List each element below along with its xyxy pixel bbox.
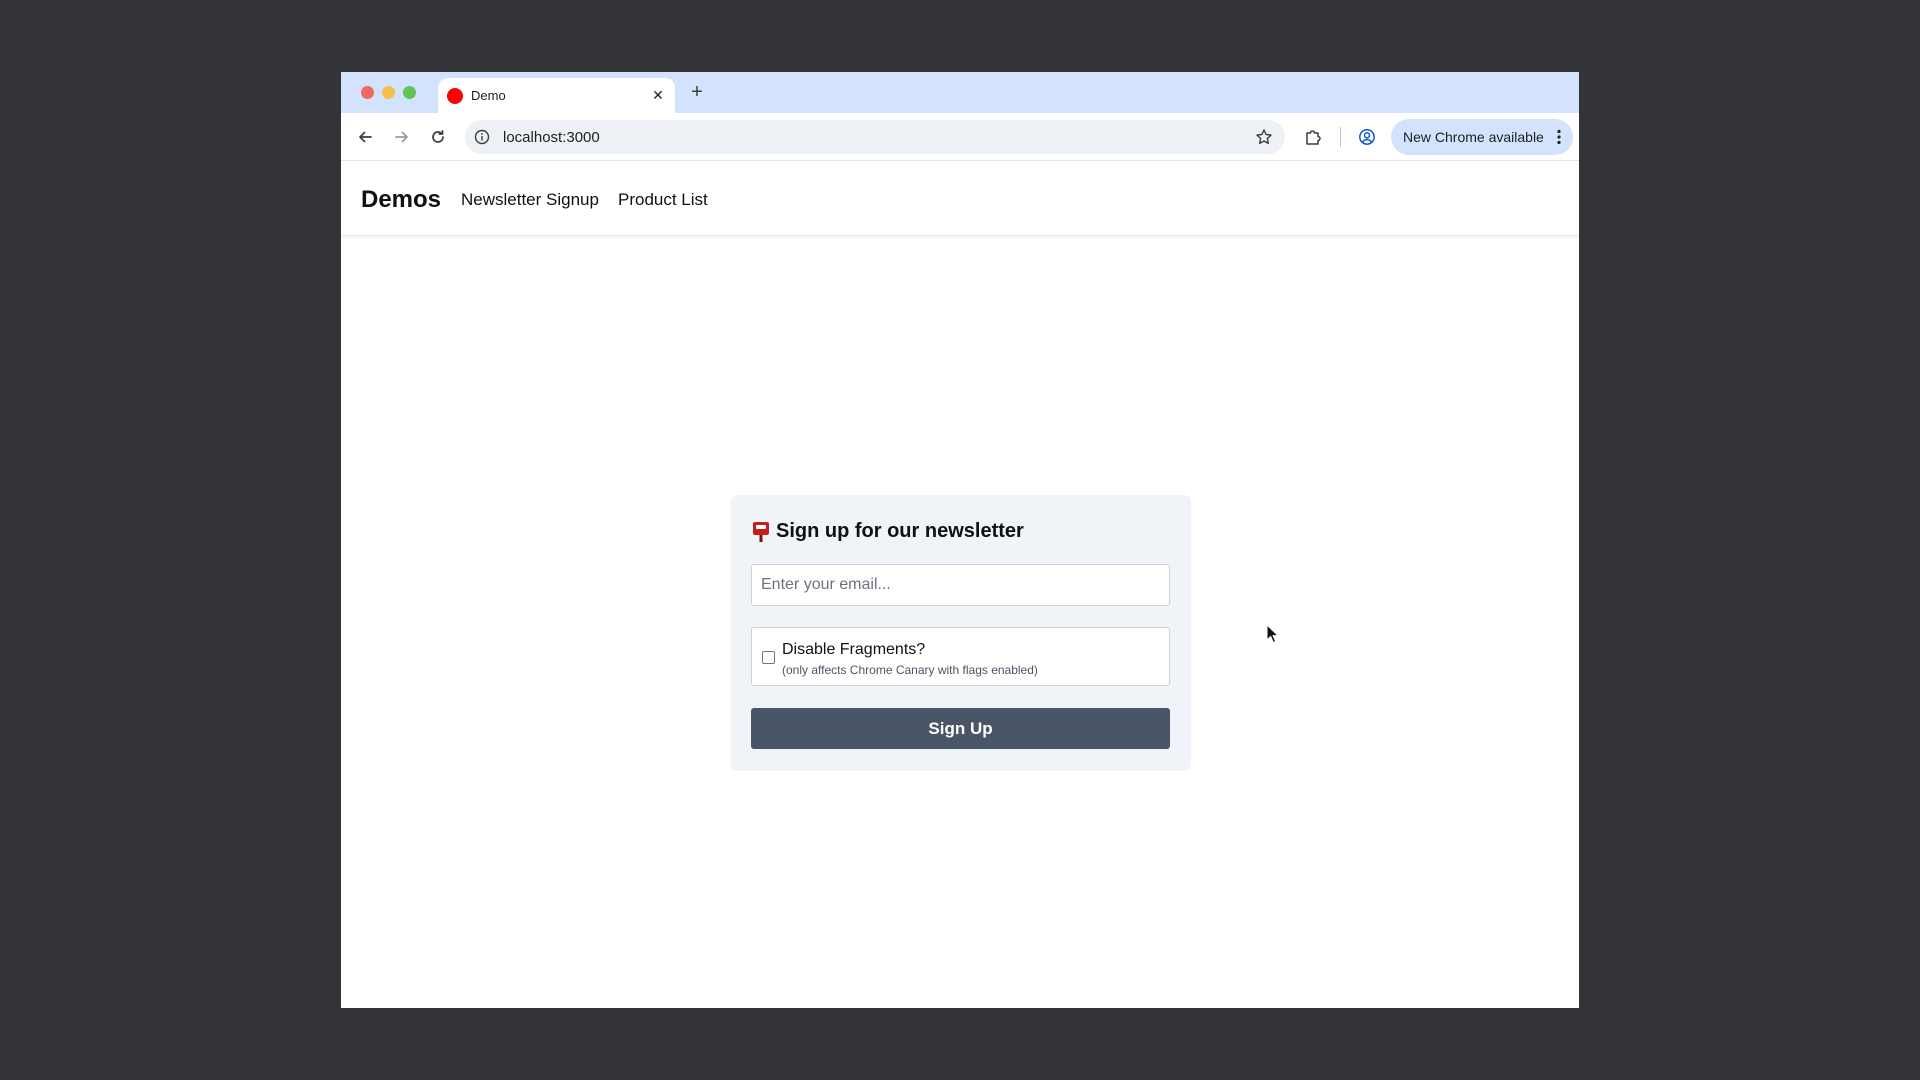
tab-title: Demo — [471, 88, 506, 103]
tab-close-icon[interactable]: ✕ — [648, 85, 668, 105]
extensions-icon — [1306, 130, 1321, 145]
tab-demo[interactable]: Demo ✕ — [438, 78, 675, 113]
profile-icon — [1359, 129, 1375, 145]
site-navbar: Demos Newsletter Signup Product List — [341, 162, 1579, 236]
window-zoom-button[interactable] — [403, 86, 416, 99]
email-input[interactable] — [751, 564, 1170, 606]
reload-button[interactable] — [427, 126, 449, 148]
mailbox-icon — [753, 522, 769, 542]
nav-link-product-list[interactable]: Product List — [618, 190, 708, 210]
card-title-text: Sign up for our newsletter — [776, 520, 1024, 542]
checkbox-hint: (only affects Chrome Canary with flags e… — [782, 663, 1038, 677]
tab-strip: Demo ✕ + — [341, 72, 1579, 113]
window-minimize-button[interactable] — [382, 86, 395, 99]
new-tab-button[interactable]: + — [686, 82, 708, 104]
address-bar[interactable]: localhost:3000 — [465, 120, 1285, 154]
disable-fragments-option[interactable]: Disable Fragments? (only affects Chrome … — [751, 627, 1170, 686]
window-close-button[interactable] — [361, 86, 374, 99]
address-url[interactable]: localhost:3000 — [503, 129, 600, 146]
reload-icon — [432, 129, 444, 143]
bookmark-star-icon[interactable] — [1255, 128, 1273, 146]
sign-up-button[interactable]: Sign Up — [751, 708, 1170, 749]
toolbar-separator — [1340, 127, 1341, 147]
update-label: New Chrome available — [1403, 129, 1544, 145]
disable-fragments-checkbox[interactable] — [762, 651, 775, 664]
mouse-cursor-icon — [1266, 624, 1280, 644]
back-arrow-icon — [359, 131, 372, 143]
profile-button[interactable] — [1356, 126, 1378, 148]
back-button[interactable] — [354, 126, 376, 148]
checkbox-label[interactable]: Disable Fragments? — [782, 640, 925, 659]
forward-button[interactable] — [391, 126, 413, 148]
browser-window: Demo ✕ + localhost:3000 New Chrome avail… — [341, 72, 1579, 1008]
site-brand[interactable]: Demos — [361, 186, 441, 214]
new-chrome-available-button[interactable]: New Chrome available — [1391, 119, 1573, 155]
site-info-icon[interactable] — [474, 129, 490, 145]
page-content: Demos Newsletter Signup Product List Sig… — [341, 162, 1579, 1008]
nav-link-newsletter-signup[interactable]: Newsletter Signup — [461, 190, 599, 210]
extensions-button[interactable] — [1302, 126, 1324, 148]
favicon-icon — [447, 88, 463, 104]
newsletter-signup-card: Sign up for our newsletter Disable Fragm… — [731, 495, 1191, 771]
browser-toolbar: localhost:3000 New Chrome available — [341, 113, 1579, 161]
more-vert-icon[interactable] — [1551, 128, 1567, 146]
forward-arrow-icon — [395, 131, 408, 143]
card-title: Sign up for our newsletter — [751, 519, 1024, 543]
